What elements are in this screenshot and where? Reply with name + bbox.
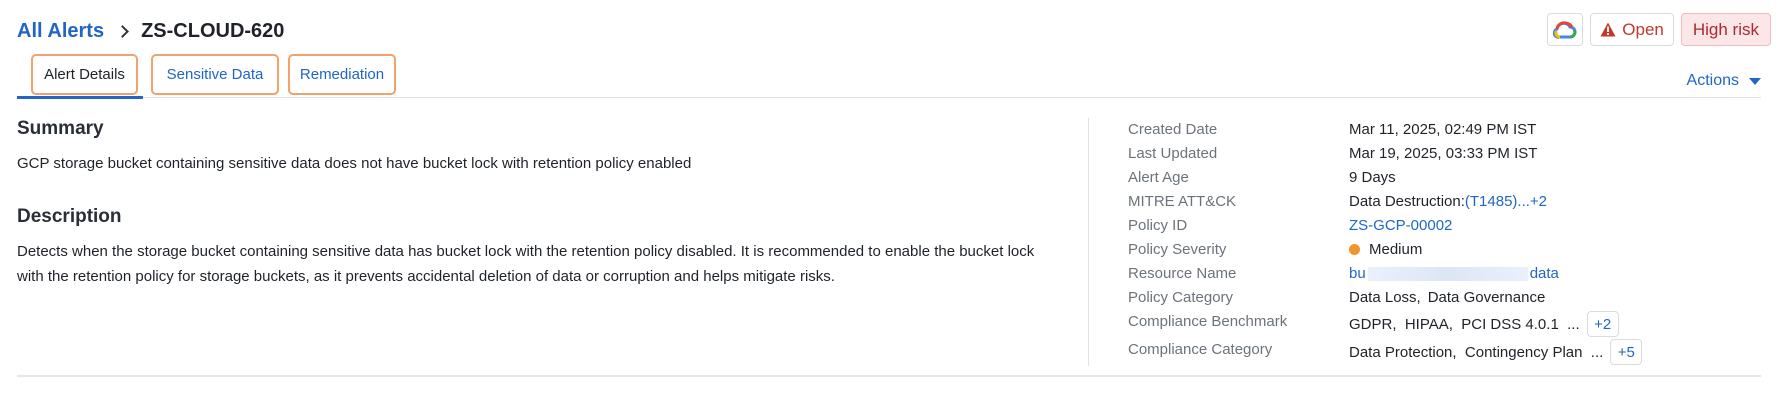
description-title: Description bbox=[17, 206, 122, 227]
detail-label: Policy ID bbox=[1128, 217, 1188, 234]
gcp-cloud-button[interactable] bbox=[1547, 13, 1584, 46]
detail-label: Created Date bbox=[1128, 121, 1218, 138]
detail-row-created: Created Date Mar 11, 2025, 02:49 PM IST bbox=[1128, 118, 1748, 142]
summary-section: Summary GCP storage bucket containing se… bbox=[17, 118, 1047, 176]
section-divider bbox=[17, 375, 1761, 377]
detail-row-compliance-category: Compliance Category Data Protection, Con… bbox=[1128, 338, 1748, 366]
detail-row-policy-id: Policy ID ZS-GCP-00002 bbox=[1128, 214, 1748, 238]
page-title: ZS-CLOUD-620 bbox=[141, 19, 285, 42]
tab-alert-details[interactable]: Alert Details bbox=[31, 54, 138, 95]
summary-text: GCP storage bucket containing sensitive … bbox=[17, 155, 692, 172]
detail-label: Last Updated bbox=[1128, 145, 1218, 162]
alert-overview: Summary GCP storage bucket containing se… bbox=[17, 118, 1047, 289]
actions-label: Actions bbox=[1686, 72, 1739, 89]
policy-id-link[interactable]: ZS-GCP-00002 bbox=[1349, 217, 1452, 234]
active-tab-indicator bbox=[17, 96, 143, 99]
compliance-category-list: Data Protection, Contingency Plan ... bbox=[1349, 343, 1604, 361]
detail-label: Compliance Benchmark bbox=[1128, 313, 1288, 330]
detail-label: Resource Name bbox=[1128, 265, 1237, 282]
detail-value: Mar 11, 2025, 02:49 PM IST bbox=[1349, 121, 1537, 138]
detail-value: 9 Days bbox=[1349, 169, 1396, 186]
resource-name-end: data bbox=[1529, 265, 1559, 282]
column-divider bbox=[1088, 118, 1089, 366]
mitre-tactic: Data Destruction: bbox=[1349, 193, 1465, 210]
mitre-more-link[interactable]: ...+2 bbox=[1517, 193, 1547, 210]
detail-row-resource: Resource Name bu data bbox=[1128, 262, 1748, 286]
detail-value: Medium bbox=[1349, 241, 1422, 258]
detail-value: Data Loss, Data Governance bbox=[1349, 289, 1545, 306]
summary-title: Summary bbox=[17, 118, 104, 139]
resource-name-start: bu bbox=[1349, 265, 1366, 282]
breadcrumb: All Alerts ZS-CLOUD-620 bbox=[17, 17, 284, 45]
redacted-text bbox=[1367, 266, 1528, 281]
detail-value: GDPR, HIPAA, PCI DSS 4.0.1 ... +2 bbox=[1349, 311, 1619, 337]
detail-row-category: Policy Category Data Loss, Data Governan… bbox=[1128, 286, 1748, 310]
detail-row-age: Alert Age 9 Days bbox=[1128, 166, 1748, 190]
mitre-technique-link[interactable]: (T1485) bbox=[1465, 193, 1518, 210]
detail-value: Mar 19, 2025, 03:33 PM IST bbox=[1349, 145, 1538, 162]
detail-row-updated: Last Updated Mar 19, 2025, 03:33 PM IST bbox=[1128, 142, 1748, 166]
detail-label: Policy Category bbox=[1128, 289, 1234, 306]
google-cloud-icon bbox=[1553, 20, 1577, 39]
severity-value: Medium bbox=[1369, 241, 1423, 258]
tab-sensitive-data[interactable]: Sensitive Data bbox=[151, 54, 279, 95]
detail-label: Compliance Category bbox=[1128, 341, 1273, 358]
category-tag: Data Governance bbox=[1427, 289, 1546, 306]
tab-bar: Alert Details Sensitive Data Remediation… bbox=[17, 54, 1761, 99]
benchmark-more-chip[interactable]: +2 bbox=[1586, 311, 1619, 337]
caret-down-icon bbox=[1749, 77, 1761, 85]
detail-row-mitre: MITRE ATT&CK Data Destruction: (T1485) .… bbox=[1128, 190, 1748, 214]
breadcrumb-all-alerts-link[interactable]: All Alerts bbox=[17, 20, 104, 43]
resource-name-link[interactable]: bu data bbox=[1349, 265, 1559, 282]
compliance-category-more-chip[interactable]: +5 bbox=[1610, 339, 1643, 365]
alert-details-panel: Created Date Mar 11, 2025, 02:49 PM IST … bbox=[1128, 118, 1748, 366]
detail-value: Data Destruction: (T1485) ...+2 bbox=[1349, 193, 1547, 210]
risk-badge[interactable]: High risk bbox=[1680, 13, 1771, 46]
description-text: Detects when the storage bucket containi… bbox=[17, 243, 1035, 285]
status-label: Open bbox=[1622, 19, 1664, 39]
actions-dropdown[interactable]: Actions bbox=[1687, 72, 1761, 90]
warning-icon bbox=[1600, 22, 1616, 37]
tab-remediation[interactable]: Remediation bbox=[288, 54, 396, 95]
severity-dot-icon bbox=[1349, 244, 1360, 255]
chevron-right-icon bbox=[116, 25, 129, 38]
detail-value: Data Protection, Contingency Plan ... +5 bbox=[1349, 339, 1643, 365]
detail-label: Alert Age bbox=[1128, 169, 1189, 186]
detail-label: MITRE ATT&CK bbox=[1128, 193, 1237, 210]
description-section: Description Detects when the storage buc… bbox=[17, 206, 1047, 289]
category-tag: Data Loss, bbox=[1349, 289, 1421, 306]
detail-label: Policy Severity bbox=[1128, 241, 1227, 258]
detail-row-severity: Policy Severity Medium bbox=[1128, 238, 1748, 262]
header-actions: Open High risk bbox=[1547, 13, 1771, 46]
benchmark-list: GDPR, HIPAA, PCI DSS 4.0.1 ... bbox=[1349, 315, 1580, 333]
detail-row-benchmark: Compliance Benchmark GDPR, HIPAA, PCI DS… bbox=[1128, 310, 1748, 338]
alert-status-open-button[interactable]: Open bbox=[1590, 13, 1674, 46]
